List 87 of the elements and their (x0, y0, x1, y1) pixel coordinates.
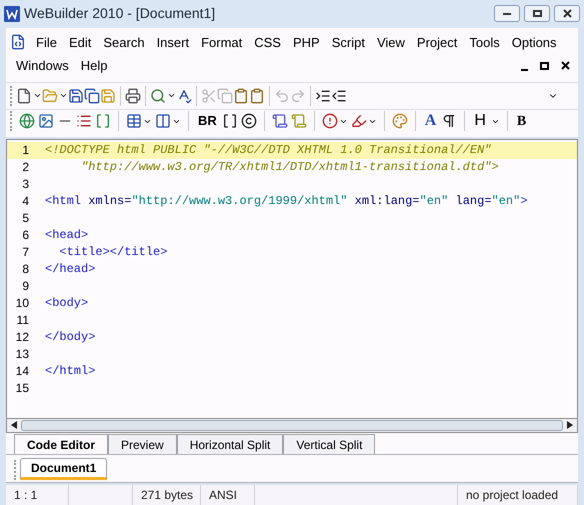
code-line: <!DOCTYPE html PUBLIC "-//W3C//DTD XHTML 1.0 Transitional//EN" (45, 142, 492, 160)
scroll-left-icon[interactable] (11, 421, 17, 430)
line-number: 9 (21, 278, 29, 296)
menu-item[interactable]: Format (195, 30, 248, 54)
menu-item[interactable]: View (370, 30, 411, 54)
view-tab[interactable]: Preview (108, 434, 177, 454)
menu-item[interactable]: Tools (463, 30, 506, 54)
menu-item[interactable]: Help (74, 54, 114, 78)
scroll-right-icon[interactable] (567, 421, 573, 430)
line-number: 14 (14, 363, 29, 380)
font-button[interactable]: A (422, 109, 438, 134)
line-number: 11 (16, 312, 29, 330)
menu-item[interactable]: Search (97, 30, 151, 54)
line-number: 6 (21, 227, 29, 244)
line-number: 12 (14, 329, 29, 346)
close-icon (562, 9, 572, 18)
minimize-button[interactable] (494, 5, 520, 22)
copyright-icon[interactable] (240, 113, 257, 130)
menu-item[interactable]: Insert (150, 30, 196, 54)
indent-icon[interactable] (315, 88, 331, 104)
line-number: 8 (21, 261, 29, 278)
line-number: 2 (21, 159, 29, 176)
print-icon[interactable] (125, 88, 141, 104)
status-text: 271 bytes (141, 487, 194, 504)
code-line: </head> (45, 261, 96, 278)
line-number: 4 (21, 193, 29, 210)
document-tab[interactable]: Document1 (20, 458, 108, 480)
code-line: <body> (45, 295, 88, 312)
search-icon[interactable] (150, 88, 166, 104)
outdent-icon[interactable] (331, 88, 347, 104)
document-icon (10, 34, 26, 50)
list-icon[interactable] (76, 113, 92, 130)
line-number: 15 (14, 380, 29, 398)
status-text: ANSI (209, 487, 238, 504)
scroll-icon[interactable] (272, 113, 288, 130)
menu-item[interactable]: File (30, 30, 63, 54)
save-icon[interactable] (68, 88, 84, 104)
view-tab[interactable]: Code Editor (14, 434, 108, 454)
paste-icon[interactable] (233, 88, 249, 104)
line-number: 13 (14, 346, 29, 364)
paragraph-icon[interactable] (441, 113, 458, 130)
close-button[interactable] (554, 5, 580, 22)
scroll-icon[interactable] (290, 113, 307, 130)
code-line: </html> (45, 363, 96, 380)
menu-item[interactable]: Options (506, 30, 563, 54)
code-line: "http://www.w3.org/TR/xhtml1/DTD/xhtml1-transitional.dtd"> (80, 159, 499, 176)
status-text: no project loaded (466, 487, 558, 504)
paste-special-icon[interactable] (249, 88, 265, 104)
menu-item[interactable]: Windows (10, 54, 75, 78)
view-tab[interactable]: Vertical Split (283, 434, 376, 454)
menu-item[interactable]: CSS (248, 30, 287, 54)
window-title: WeBuilder 2010 - [Document1] (24, 4, 216, 24)
minimize-icon[interactable] (521, 68, 528, 71)
menu-item[interactable]: Edit (62, 30, 98, 54)
palette-icon[interactable] (392, 113, 408, 130)
menu-item[interactable]: Script (326, 30, 371, 54)
heading-button[interactable]: H (472, 109, 488, 134)
code-line: <html xmlns="http://www.w3.org/1999/xhtml" xml:lang="en" lang="en"> (45, 193, 528, 210)
horizontal-scrollbar[interactable] (6, 418, 578, 434)
status-text: 1 : 1 (14, 487, 38, 504)
brackets-icon[interactable] (222, 113, 238, 130)
minimize-icon (503, 12, 511, 15)
menu-item[interactable]: Project (410, 30, 464, 54)
code-line: </body> (45, 329, 96, 346)
scroll-thumb[interactable] (21, 420, 563, 431)
line-number: 10 (14, 295, 29, 312)
link-globe-icon[interactable] (19, 113, 35, 130)
table-icon[interactable] (126, 113, 142, 130)
bold-button[interactable]: B (514, 110, 528, 132)
close-icon[interactable] (561, 61, 570, 70)
view-tab[interactable]: Horizontal Split (176, 434, 284, 454)
menu-item[interactable]: PHP (286, 30, 326, 54)
restore-icon[interactable] (540, 62, 549, 70)
line-break-button[interactable]: BR (196, 111, 219, 131)
code-line: <head> (45, 227, 88, 244)
image-icon[interactable] (38, 113, 54, 130)
line-number: 3 (21, 176, 29, 194)
maximize-button[interactable] (524, 5, 550, 22)
exclamation-icon[interactable] (322, 113, 338, 130)
line-number: 1 (21, 142, 29, 160)
line-number: 7 (21, 244, 29, 262)
marker-icon[interactable] (350, 113, 367, 130)
code-line: <title></title> (58, 244, 168, 262)
new-file-icon[interactable] (16, 88, 32, 104)
app-logo-icon (4, 6, 20, 22)
line-number: 5 (21, 210, 29, 228)
maximize-icon (532, 10, 542, 18)
